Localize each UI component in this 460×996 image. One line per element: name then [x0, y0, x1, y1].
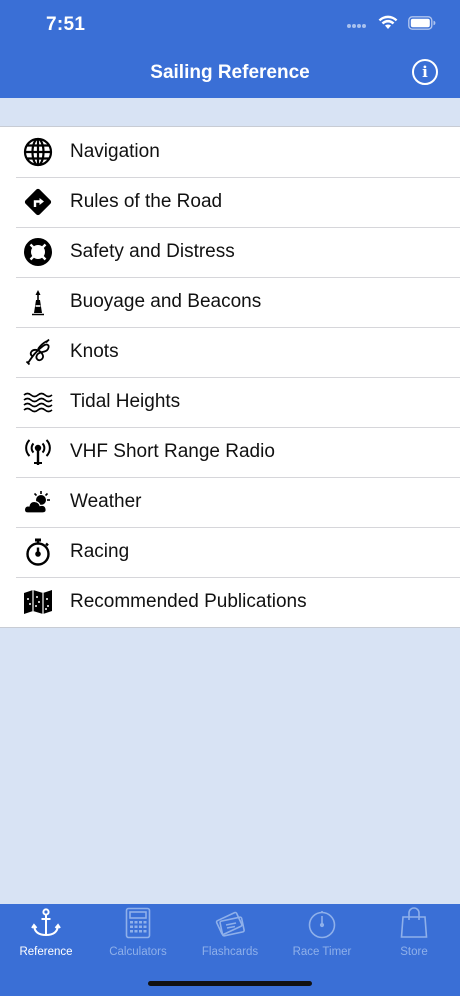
list-item-buoyage-and-beacons[interactable]: Buoyage and Beacons — [0, 277, 460, 327]
list-item-label: Tidal Heights — [70, 391, 181, 412]
navigation-header: 7:51 Sailing Reference i — [0, 0, 460, 98]
anchor-icon — [30, 907, 62, 944]
list-item-navigation[interactable]: Navigation — [0, 127, 460, 177]
list-item-label: Rules of the Road — [70, 191, 223, 212]
list-item-racing[interactable]: Racing — [0, 527, 460, 577]
tab-store[interactable]: Store — [368, 904, 460, 974]
list-item-label: Recommended Publications — [70, 591, 307, 612]
list-item-rules-of-the-road[interactable]: Rules of the Road — [0, 177, 460, 227]
tab-label: Calculators — [109, 946, 167, 958]
list-item-weather[interactable]: Weather — [0, 477, 460, 527]
list-item-knots[interactable]: Knots — [0, 327, 460, 377]
info-button[interactable]: i — [412, 59, 438, 85]
list-item-recommended-publications[interactable]: Recommended Publications — [0, 577, 460, 627]
radio-antenna-icon — [23, 437, 53, 467]
battery-icon — [408, 15, 436, 35]
list-item-label: Buoyage and Beacons — [70, 291, 262, 312]
list-item-vhf-short-range-radio[interactable]: VHF Short Range Radio — [0, 427, 460, 477]
status-time: 7:51 — [46, 14, 86, 35]
tab-race-timer[interactable]: Race Timer — [276, 904, 368, 974]
buoy-icon — [23, 287, 53, 317]
knot-icon — [23, 337, 53, 367]
calculator-icon — [125, 907, 151, 944]
waves-icon — [23, 387, 53, 417]
stopwatch-icon — [23, 537, 53, 567]
diamond-arrow-icon — [23, 187, 53, 217]
list-item-tidal-heights[interactable]: Tidal Heights — [0, 377, 460, 427]
map-icon — [23, 587, 53, 617]
tab-label: Race Timer — [292, 946, 352, 958]
list-item-label: VHF Short Range Radio — [70, 441, 275, 462]
shopping-bag-icon — [400, 907, 428, 944]
list-item-label: Racing — [70, 541, 130, 562]
reference-list: Navigation Rules of the Road Safety and … — [0, 126, 460, 628]
status-indicators — [346, 15, 436, 35]
list-item-label: Weather — [70, 491, 142, 512]
tab-label: Store — [400, 946, 428, 958]
wifi-icon — [378, 15, 398, 35]
page-title: Sailing Reference — [150, 62, 310, 83]
lifebuoy-icon — [23, 237, 53, 267]
list-item-safety-and-distress[interactable]: Safety and Distress — [0, 227, 460, 277]
globe-icon — [23, 137, 53, 167]
tab-calculators[interactable]: Calculators — [92, 904, 184, 974]
list-item-label: Navigation — [70, 141, 160, 162]
tab-label: Reference — [19, 946, 73, 958]
tab-reference[interactable]: Reference — [0, 904, 92, 974]
home-indicator[interactable] — [148, 981, 312, 986]
list-item-label: Safety and Distress — [70, 241, 235, 262]
list-item-label: Knots — [70, 341, 119, 362]
signal-icon — [346, 16, 368, 34]
timer-icon — [307, 909, 337, 944]
tab-flashcards[interactable]: Flashcards — [184, 904, 276, 974]
sun-cloud-icon — [23, 487, 53, 517]
tab-label: Flashcards — [201, 946, 259, 958]
flashcards-icon — [214, 909, 246, 944]
info-icon: i — [422, 63, 428, 81]
